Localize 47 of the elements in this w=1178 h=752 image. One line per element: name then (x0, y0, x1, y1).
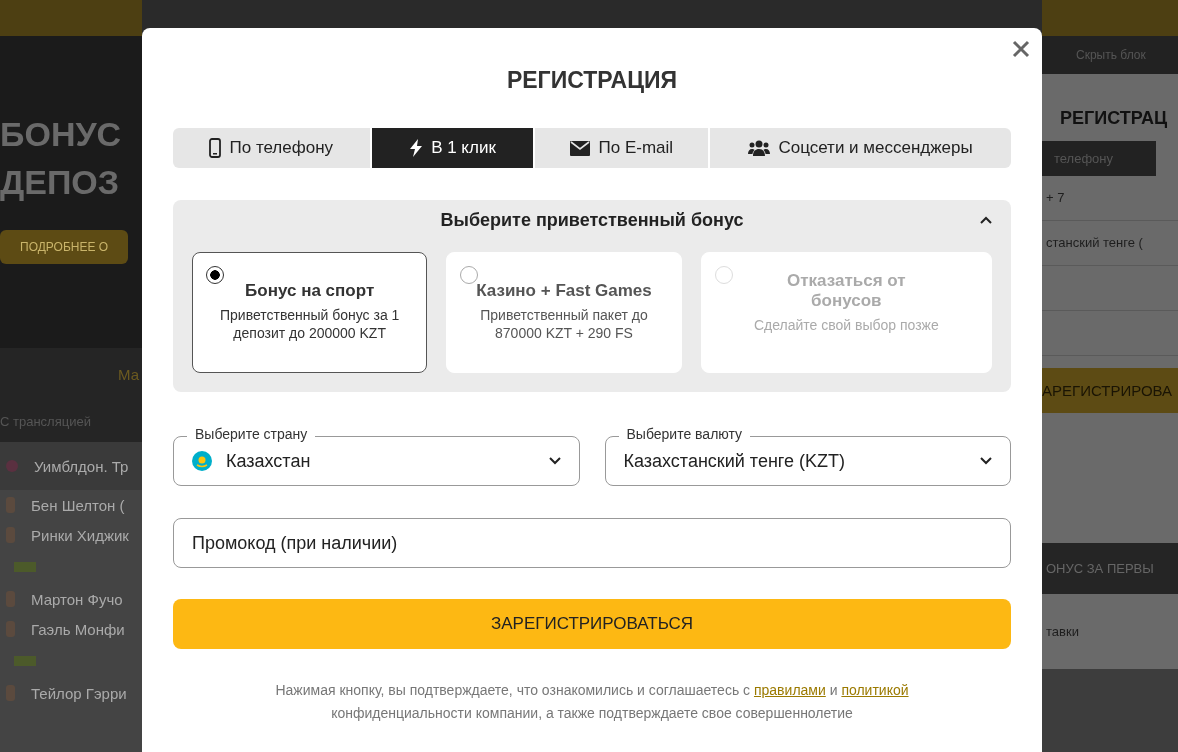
legal-text: Нажимая кнопку, вы подтверждаете, что ознакомились и соглашаетесь с правилами и политикой конфиденциальности компании, а также подтверждаете свое совершеннолетие (274, 681, 910, 723)
close-icon[interactable] (1012, 40, 1030, 58)
banner-title: БОНУС (0, 114, 123, 155)
field-label: Выберите страну (187, 426, 316, 442)
policy-link[interactable]: политикой (841, 682, 909, 698)
player-name: Гаэль Монфи (31, 620, 125, 638)
bonus-option[interactable]: Бонус на спорт Приветственный бонус за 1 депозит до 200000 KZT (192, 252, 428, 373)
rules-link[interactable]: правилами (753, 682, 826, 698)
option-title: Отказаться от бонусов (786, 271, 907, 311)
bonus-option[interactable]: Казино + Fast Games Приветственный пакет до 870000 KZT + 290 FS (446, 252, 682, 373)
register-button[interactable]: АРЕГИСТРИРОВА (1042, 368, 1178, 413)
tab[interactable]: Соцсети и мессенджеры (710, 128, 1011, 168)
panel-title: РЕГИСТРАЦ (1059, 107, 1169, 130)
tab[interactable]: По телефону (173, 128, 370, 168)
option-description: Приветственный пакет до 870000 KZT + 290 FS (479, 306, 649, 342)
tab[interactable]: В 1 клик (371, 128, 534, 168)
bonus-title: Выберите приветственный бонус (440, 209, 744, 231)
radio-button[interactable] (460, 266, 479, 284)
field-value: Казахстанский тенге (KZT) (623, 450, 846, 472)
option-title: Казино + Fast Games (476, 281, 652, 301)
register-button[interactable]: ЗАРЕГИСТРИРОВАТЬСЯ (173, 599, 1011, 649)
envelope-icon (570, 140, 591, 156)
promo-code-field[interactable]: Промокод (при наличии) (173, 518, 1011, 568)
option-title: Бонус на спорт (245, 281, 375, 301)
bonus-bar: ОНУС ЗА ПЕРВЫ (1042, 543, 1178, 594)
player-name: Ринки Хиджик (31, 526, 129, 544)
league-name: Уимблдон. Тр (34, 457, 129, 475)
radio-button[interactable] (206, 266, 224, 284)
tab[interactable]: По E-mail (535, 128, 709, 168)
dialog-title: РЕГИСТРАЦИЯ (505, 66, 679, 94)
player-name: Бен Шелтон ( (31, 496, 125, 514)
option-description: Сделайте свой выбор позже (753, 316, 939, 334)
option-description: Приветственный бонус за 1 депозит до 200000 KZT (218, 306, 401, 342)
chevron-icon[interactable] (980, 216, 992, 224)
bets-label: тавки (1045, 623, 1080, 641)
player-name: Тейлор Гэрри (31, 684, 127, 702)
chevron-down-icon (548, 457, 561, 465)
banner-button[interactable]: ПОДРОБНЕЕ О (0, 230, 129, 264)
phone-icon (209, 138, 222, 158)
users-icon (748, 140, 771, 156)
field-value: Казахстан (226, 450, 312, 472)
sport-tab[interactable]: Ма (118, 365, 139, 383)
player-name: Мартон Фучо (31, 590, 123, 608)
field-label: Выберите валюту (618, 426, 751, 442)
lightning-icon (409, 139, 424, 157)
chevron-down-icon (980, 457, 992, 465)
banner-title: ДЕПОЗ (0, 162, 121, 203)
